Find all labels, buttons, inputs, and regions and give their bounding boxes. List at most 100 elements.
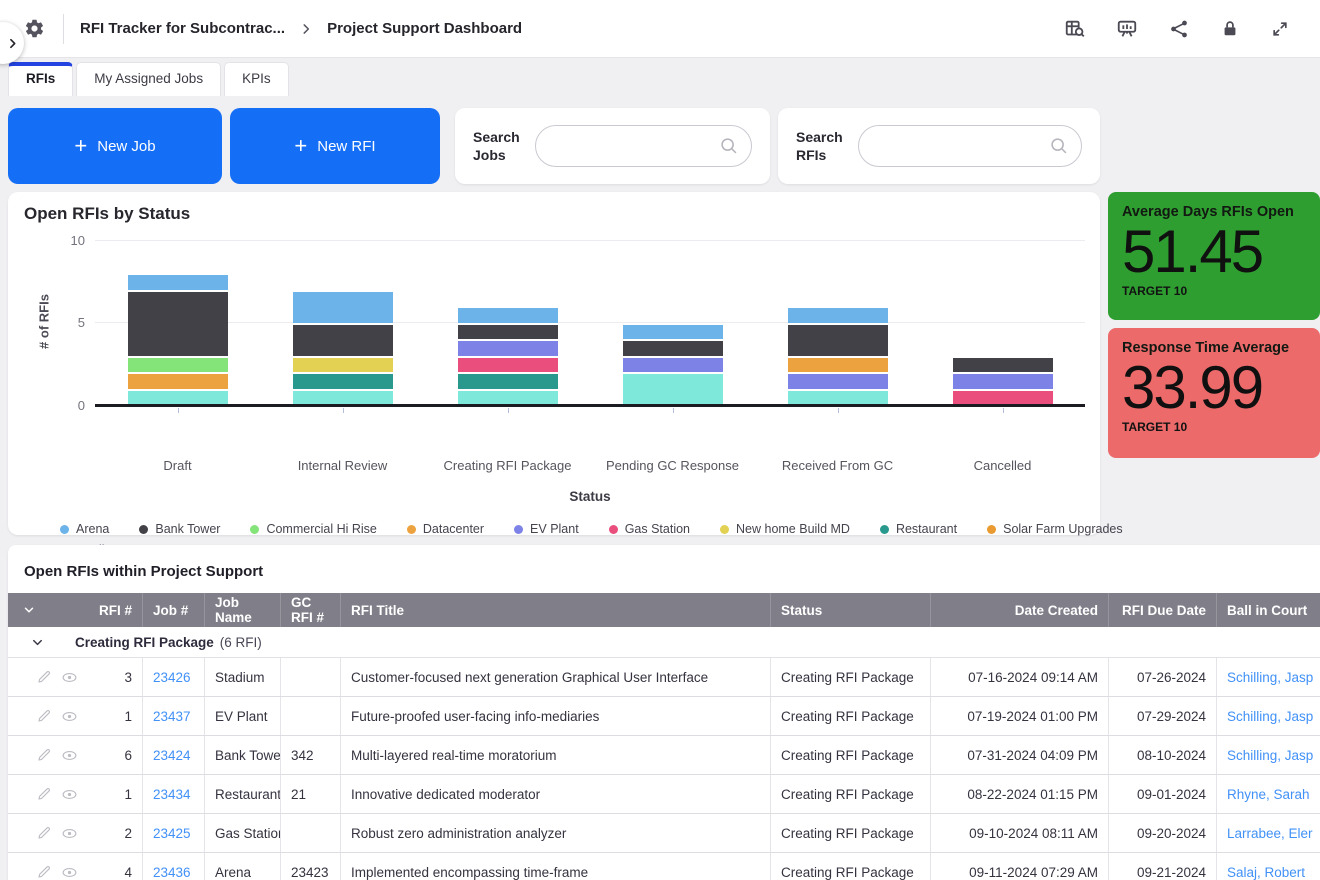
view-eye-icon[interactable] bbox=[61, 708, 78, 725]
bar-segment-restaurant[interactable] bbox=[458, 374, 558, 389]
job-number-link[interactable]: 23434 bbox=[153, 787, 191, 802]
new-job-button[interactable]: + New Job bbox=[8, 108, 222, 184]
bar-segment-ev-plant[interactable] bbox=[788, 374, 888, 389]
bar-segment-new-home-build-md[interactable] bbox=[293, 358, 393, 373]
bar-segment-arena[interactable] bbox=[788, 308, 888, 323]
edit-pencil-icon[interactable] bbox=[36, 747, 52, 764]
x-category-label: Pending GC Response bbox=[590, 458, 755, 473]
column-header-status[interactable]: Status bbox=[770, 593, 930, 627]
tab-my-assigned-jobs[interactable]: My Assigned Jobs bbox=[76, 62, 221, 96]
legend-item-solar-farm-upgrades[interactable]: Solar Farm Upgrades bbox=[987, 522, 1123, 536]
ball-in-court-link[interactable]: Schilling, Jasp bbox=[1227, 670, 1313, 685]
cell-date-created: 07-19-2024 01:00 PM bbox=[930, 697, 1108, 735]
lock-icon[interactable] bbox=[1220, 19, 1240, 39]
bar-pending-gc-response bbox=[590, 240, 755, 405]
cell-job-name: Gas Station bbox=[204, 814, 280, 852]
bar-segment-arena[interactable] bbox=[623, 325, 723, 340]
bar-segment-arena[interactable] bbox=[458, 308, 558, 323]
kpi-average-days-rfis-open[interactable]: Average Days RFIs Open 51.45 TARGET 10 bbox=[1108, 192, 1320, 320]
legend-item-arena[interactable]: Arena bbox=[60, 522, 109, 536]
job-number-link[interactable]: 23425 bbox=[153, 826, 191, 841]
bar-segment-bank-tower[interactable] bbox=[623, 341, 723, 356]
bar-segment-bank-tower[interactable] bbox=[128, 292, 228, 356]
edit-pencil-icon[interactable] bbox=[36, 786, 52, 803]
tab-rfis[interactable]: RFIs bbox=[8, 62, 73, 96]
bar-segment-stadium[interactable] bbox=[788, 391, 888, 406]
bar-segment-bank-tower[interactable] bbox=[953, 358, 1053, 373]
group-collapse-chevron-icon[interactable] bbox=[30, 635, 45, 650]
job-number-link[interactable]: 23437 bbox=[153, 709, 191, 724]
column-header-rfi[interactable]: RFI # bbox=[8, 593, 142, 627]
bar-segment-bank-tower[interactable] bbox=[458, 325, 558, 340]
bar-segment-stadium[interactable] bbox=[128, 391, 228, 406]
new-rfi-button[interactable]: + New RFI bbox=[230, 108, 440, 184]
bar-segment-stadium[interactable] bbox=[293, 391, 393, 406]
bar-segment-gas-station[interactable] bbox=[953, 391, 1053, 406]
job-number-link[interactable]: 23426 bbox=[153, 670, 191, 685]
bar-segment-datacenter[interactable] bbox=[128, 374, 228, 389]
bar-segment-commercial-hi-rise[interactable] bbox=[128, 358, 228, 373]
edit-pencil-icon[interactable] bbox=[36, 708, 52, 725]
cell-ball-in-court: Salaj, Robert bbox=[1216, 853, 1320, 880]
column-header-job-name[interactable]: Job Name bbox=[204, 593, 280, 627]
bar-stack bbox=[788, 308, 888, 405]
bar-segment-datacenter[interactable] bbox=[788, 358, 888, 373]
ball-in-court-link[interactable]: Salaj, Robert bbox=[1227, 865, 1305, 880]
fullscreen-expand-icon[interactable] bbox=[1270, 19, 1290, 39]
bar-segment-stadium[interactable] bbox=[623, 374, 723, 405]
legend-item-ev-plant[interactable]: EV Plant bbox=[514, 522, 579, 536]
ball-in-court-link[interactable]: Rhyne, Sarah bbox=[1227, 787, 1310, 802]
ball-in-court-link[interactable]: Larrabee, Eler bbox=[1227, 826, 1313, 841]
view-eye-icon[interactable] bbox=[61, 864, 78, 880]
bar-segment-restaurant[interactable] bbox=[293, 374, 393, 389]
column-header-job[interactable]: Job # bbox=[142, 593, 204, 627]
settings-gear-icon[interactable] bbox=[24, 18, 45, 39]
cell-ball-in-court: Larrabee, Eler bbox=[1216, 814, 1320, 852]
view-eye-icon[interactable] bbox=[61, 786, 78, 803]
row-actions bbox=[36, 747, 78, 764]
bar-segment-ev-plant[interactable] bbox=[458, 341, 558, 356]
bar-segment-ev-plant[interactable] bbox=[953, 374, 1053, 389]
bar-segment-gas-station[interactable] bbox=[458, 358, 558, 373]
edit-pencil-icon[interactable] bbox=[36, 825, 52, 842]
bar-segment-arena[interactable] bbox=[128, 275, 228, 290]
ball-in-court-link[interactable]: Schilling, Jasp bbox=[1227, 748, 1313, 763]
ball-in-court-link[interactable]: Schilling, Jasp bbox=[1227, 709, 1313, 724]
legend-item-bank-tower[interactable]: Bank Tower bbox=[139, 522, 220, 536]
cell-job-name: Stadium bbox=[204, 658, 280, 696]
legend-item-new-home-build-md[interactable]: New home Build MD bbox=[720, 522, 850, 536]
cell-date-created: 07-31-2024 04:09 PM bbox=[930, 736, 1108, 774]
presentation-icon[interactable] bbox=[1116, 18, 1138, 40]
bar-segment-arena[interactable] bbox=[293, 292, 393, 323]
bar-segment-bank-tower[interactable] bbox=[293, 325, 393, 356]
legend-swatch bbox=[407, 525, 416, 534]
column-header-gc-rfi[interactable]: GC RFI # bbox=[280, 593, 340, 627]
legend-item-restaurant[interactable]: Restaurant bbox=[880, 522, 957, 536]
report-search-icon[interactable] bbox=[1064, 18, 1086, 40]
breadcrumb-app-title[interactable]: RFI Tracker for Subcontrac... bbox=[80, 20, 285, 37]
bar-segment-stadium[interactable] bbox=[458, 391, 558, 406]
edit-pencil-icon[interactable] bbox=[36, 669, 52, 686]
plus-icon: + bbox=[74, 135, 87, 157]
job-number-link[interactable]: 23424 bbox=[153, 748, 191, 763]
column-header-date-created[interactable]: Date Created bbox=[930, 593, 1108, 627]
bar-segment-ev-plant[interactable] bbox=[623, 358, 723, 373]
legend-item-datacenter[interactable]: Datacenter bbox=[407, 522, 484, 536]
bar-segment-bank-tower[interactable] bbox=[788, 325, 888, 356]
column-header-rfi-title[interactable]: RFI Title bbox=[340, 593, 770, 627]
legend-swatch bbox=[609, 525, 618, 534]
view-eye-icon[interactable] bbox=[61, 669, 78, 686]
view-eye-icon[interactable] bbox=[61, 825, 78, 842]
view-eye-icon[interactable] bbox=[61, 747, 78, 764]
kpi-response-time-average[interactable]: Response Time Average 33.99 TARGET 10 bbox=[1108, 328, 1320, 458]
share-icon[interactable] bbox=[1168, 18, 1190, 40]
column-header-rfi-due-date[interactable]: RFI Due Date bbox=[1108, 593, 1216, 627]
job-number-link[interactable]: 23436 bbox=[153, 865, 191, 880]
column-header-ball-in-court[interactable]: Ball in Court bbox=[1216, 593, 1320, 627]
legend-item-gas-station[interactable]: Gas Station bbox=[609, 522, 690, 536]
tab-kpis[interactable]: KPIs bbox=[224, 62, 289, 96]
legend-item-commercial-hi-rise[interactable]: Commercial Hi Rise bbox=[250, 522, 376, 536]
chevron-down-icon[interactable] bbox=[22, 603, 36, 617]
kpi-value: 51.45 bbox=[1122, 221, 1306, 283]
edit-pencil-icon[interactable] bbox=[36, 864, 52, 880]
